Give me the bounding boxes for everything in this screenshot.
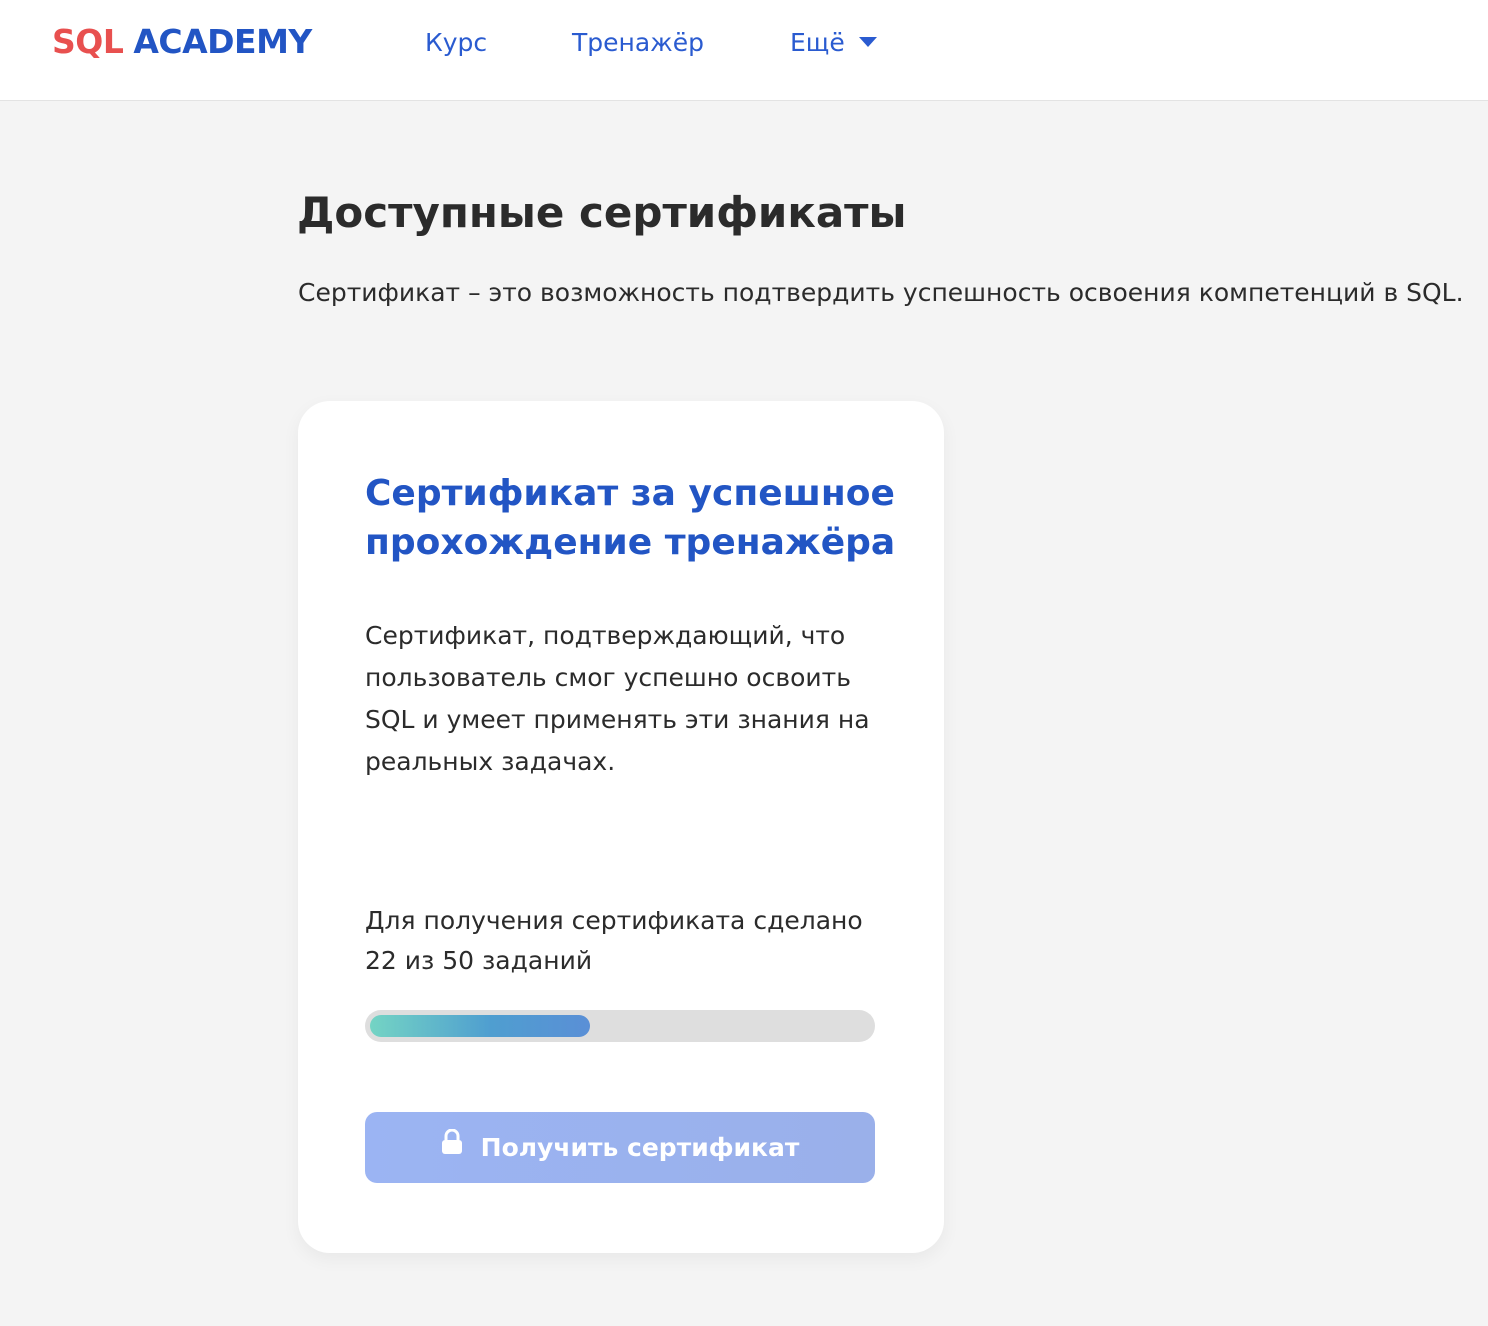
page-title: Доступные сертификаты: [297, 188, 907, 237]
logo-academy-text: ACADEMY: [133, 22, 312, 61]
certificate-card: Сертификат за успешное прохождение трена…: [298, 401, 944, 1253]
progress-bar: [365, 1010, 875, 1042]
site-logo[interactable]: SQL ACADEMY: [52, 22, 312, 61]
nav-link-course[interactable]: Курс: [425, 28, 487, 57]
top-nav-bar: SQL ACADEMY Курс Тренажёр Ещё: [0, 0, 1488, 101]
nav-link-trainer-label: Тренажёр: [572, 28, 704, 57]
certificate-description: Сертификат, подтверждающий, что пользова…: [365, 621, 870, 776]
logo-sql-text: SQL: [52, 22, 124, 61]
nav-more-label: Ещё: [790, 28, 845, 57]
page-subtitle: Сертификат – это возможность подтвердить…: [298, 278, 1464, 307]
nav-link-course-label: Курс: [425, 28, 488, 57]
get-certificate-label: Получить сертификат: [480, 1133, 800, 1162]
nav-link-trainer[interactable]: Тренажёр: [572, 28, 704, 57]
get-certificate-button[interactable]: Получить сертификат: [365, 1112, 875, 1183]
lock-icon: [441, 1111, 463, 1182]
certificate-title: Сертификат за успешное прохождение трена…: [365, 473, 896, 563]
chevron-down-icon: [858, 37, 877, 47]
progress-text: Для получения сертификата сделано 22 из …: [365, 906, 863, 975]
progress-bar-fill: [370, 1015, 590, 1037]
nav-more-dropdown[interactable]: Ещё: [790, 28, 877, 57]
